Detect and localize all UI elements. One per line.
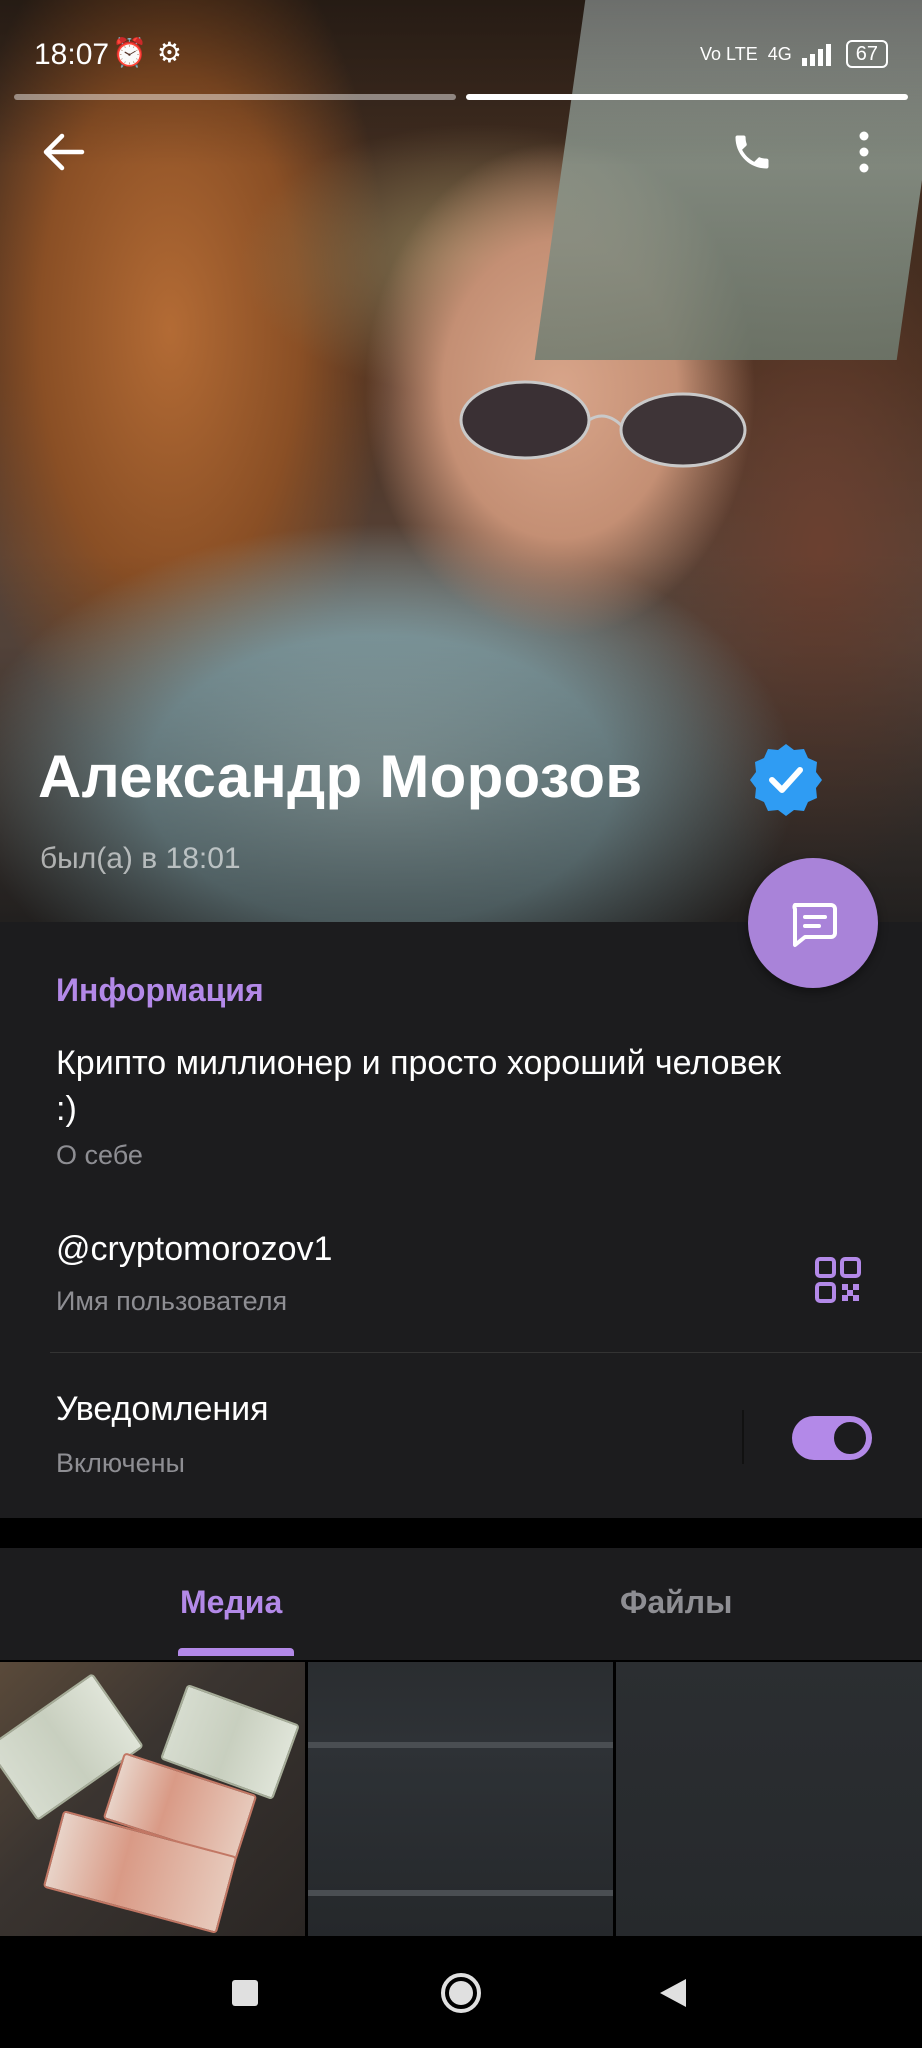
send-message-button[interactable] — [748, 858, 878, 988]
profile-name: Александр Морозов — [38, 743, 643, 810]
tab-files[interactable]: Файлы — [620, 1584, 732, 1621]
qr-code-button[interactable] — [806, 1248, 870, 1312]
media-grid — [0, 1660, 922, 1936]
triangle-back-icon — [660, 1979, 686, 2007]
tab-media[interactable]: Медиа — [180, 1584, 282, 1621]
tab-indicator — [178, 1648, 294, 1656]
alarm-clock-icon: ⏰ — [112, 37, 147, 68]
home-circle-icon — [441, 1973, 481, 2013]
bio-text[interactable]: Крипто миллионер и просто хороший челове… — [56, 1040, 796, 1132]
divider — [50, 1352, 922, 1353]
notification-icon: ⚙ — [156, 37, 182, 68]
arrow-left-icon — [43, 133, 85, 171]
notifications-label[interactable]: Уведомления — [56, 1390, 269, 1429]
message-icon — [792, 903, 837, 947]
media-thumbnail[interactable] — [0, 1662, 305, 1936]
profile-photo[interactable]: 18:07 ⏰ ⚙ Vo LTE 4G 67 Александр Морозов… — [0, 0, 922, 922]
status-time: 18:07 — [34, 38, 110, 71]
volte-label: Vo LTE — [700, 43, 758, 64]
story-progress — [14, 94, 908, 100]
qr-code-icon — [815, 1257, 861, 1303]
system-back-button[interactable] — [646, 1966, 700, 2020]
username-label: Имя пользователя — [56, 1286, 288, 1316]
info-section-title: Информация — [56, 972, 264, 1008]
story-segment — [14, 94, 456, 100]
media-thumbnail[interactable] — [308, 1662, 613, 1936]
thumbnail-line — [308, 1742, 613, 1748]
media-tabs: Медиа Файлы — [0, 1548, 922, 1660]
recents-button[interactable] — [218, 1966, 272, 2020]
more-vertical-icon — [859, 131, 869, 173]
last-seen-status: был(а) в 18:01 — [40, 842, 241, 875]
home-button[interactable] — [434, 1966, 488, 2020]
info-panel: Информация Крипто миллионер и просто хор… — [0, 922, 922, 1518]
toggle-knob — [830, 1418, 870, 1458]
back-button[interactable] — [32, 120, 96, 184]
system-navigation-bar — [0, 1936, 922, 2048]
bio-label: О себе — [56, 1140, 143, 1170]
verified-badge-icon — [750, 744, 822, 816]
vertical-separator — [742, 1410, 744, 1464]
story-segment-active — [466, 94, 908, 100]
call-button[interactable] — [720, 120, 784, 184]
notifications-toggle[interactable] — [792, 1416, 872, 1460]
notifications-status: Включены — [56, 1448, 185, 1478]
username-value[interactable]: @cryptomorozov1 — [56, 1230, 332, 1269]
thumbnail-line — [308, 1890, 613, 1896]
battery-indicator: 67 — [845, 40, 888, 68]
square-icon — [232, 1980, 258, 2006]
network-type: 4G — [767, 43, 792, 64]
signal-icon — [801, 44, 831, 66]
phone-icon — [735, 135, 769, 169]
status-bar: 18:07 ⏰ ⚙ Vo LTE 4G 67 — [0, 28, 922, 84]
media-thumbnail[interactable] — [616, 1662, 922, 1936]
more-options-button[interactable] — [832, 120, 896, 184]
